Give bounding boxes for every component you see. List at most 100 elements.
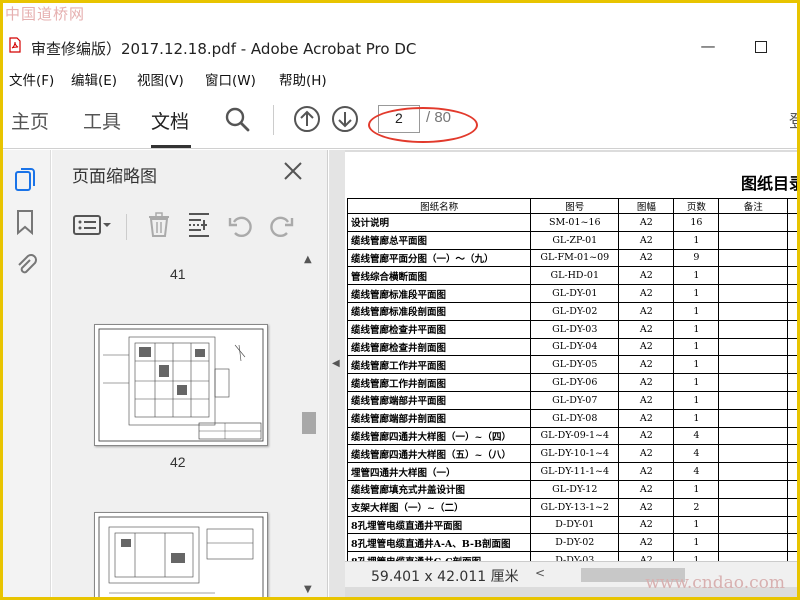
drawing-number-cell: D-DY-01 bbox=[530, 515, 620, 535]
undo-icon[interactable] bbox=[226, 210, 256, 240]
column-header bbox=[787, 198, 797, 214]
drawing-number-cell: GL-DY-12 bbox=[530, 479, 620, 499]
arrow-down-circle-icon[interactable] bbox=[331, 105, 359, 133]
sheet-size-cell: A2 bbox=[618, 355, 675, 375]
remarks-cell bbox=[718, 462, 789, 481]
maximize-icon bbox=[755, 40, 767, 53]
panel-splitter[interactable]: ◀ bbox=[329, 150, 345, 597]
drawing-number-cell: SM-01~16 bbox=[530, 213, 620, 232]
thumbnails-panel: 页面缩略图 41 42 ▲ ▼ bbox=[52, 150, 328, 597]
bookmark-icon[interactable] bbox=[13, 208, 37, 236]
menu-edit[interactable]: 编辑(E) bbox=[71, 69, 117, 89]
page-count-cell: 16 bbox=[673, 213, 720, 232]
table-row: 缆线管廊填充式井盖设计图 GL-DY-12 A2 1 bbox=[346, 479, 797, 499]
drawing-preview bbox=[98, 328, 264, 442]
remarks-cell bbox=[718, 230, 789, 250]
table-header-row: 图纸名称 图号 图幅 页数 备注 bbox=[346, 198, 797, 214]
drawing-name-cell: 缆线管廊填充式井盖设计图 bbox=[346, 479, 532, 499]
collapse-panel-arrow-icon[interactable]: ◀ bbox=[332, 358, 340, 369]
page-count-cell: 4 bbox=[673, 426, 720, 446]
tab-home[interactable]: 主页 bbox=[11, 107, 49, 134]
drawing-number-cell: GL-HD-01 bbox=[530, 266, 620, 286]
page-count-cell: 1 bbox=[673, 230, 720, 250]
active-tab-indicator bbox=[151, 145, 191, 148]
sheet-size-cell: A2 bbox=[618, 426, 675, 446]
remarks-cell bbox=[718, 515, 789, 535]
drawing-name-cell: 缆线管廊工作井平面图 bbox=[346, 355, 532, 375]
extract-pages-icon[interactable] bbox=[184, 210, 214, 240]
drawing-number-cell: GL-DY-08 bbox=[530, 408, 620, 428]
table-row: 管线综合横断面图 GL-HD-01 A2 1 bbox=[346, 266, 797, 286]
page-count-cell: 1 bbox=[673, 479, 720, 499]
sheet-size-cell: A2 bbox=[618, 301, 675, 321]
remarks-cell bbox=[718, 408, 789, 428]
page-thumbnails-icon[interactable] bbox=[13, 166, 37, 194]
table-row: 缆线管廊四通井大样图（一）~（四） GL-DY-09-1~4 A2 4 bbox=[346, 426, 797, 446]
table-row: 缆线管廊工作井平面图 GL-DY-05 A2 1 bbox=[346, 355, 797, 375]
extra-cell bbox=[787, 230, 797, 250]
drawing-number-cell: GL-ZP-01 bbox=[530, 230, 620, 250]
drawing-number-cell: GL-DY-06 bbox=[530, 373, 620, 392]
remarks-cell bbox=[718, 319, 789, 339]
drawing-name-cell: 缆线管廊四通井大样图（五）~（八） bbox=[346, 444, 532, 464]
title-bar: 审查修编版）2017.12.18.pdf - Adobe Acrobat Pro… bbox=[3, 31, 797, 63]
sheet-size-cell: A2 bbox=[618, 462, 675, 481]
page-thumbnail[interactable] bbox=[94, 512, 268, 597]
sheet-size-cell: A2 bbox=[618, 248, 675, 268]
table-row: 缆线管廊工作井剖面图 GL-DY-06 A2 1 bbox=[346, 373, 797, 392]
search-icon[interactable] bbox=[223, 105, 251, 133]
table-row: 缆线管廊平面分图（一）～（九） GL-FM-01~09 A2 9 bbox=[346, 248, 797, 268]
scroll-left-arrow-icon[interactable]: < bbox=[535, 566, 545, 580]
sheet-size-cell: A2 bbox=[618, 230, 675, 250]
scroll-down-arrow-icon[interactable]: ▼ bbox=[304, 584, 312, 595]
tab-document[interactable]: 文档 bbox=[151, 107, 189, 134]
redo-icon[interactable] bbox=[266, 210, 296, 240]
paperclip-icon[interactable] bbox=[13, 250, 37, 278]
drawing-number-cell: GL-DY-03 bbox=[530, 319, 620, 339]
sheet-size-cell: A2 bbox=[618, 533, 675, 553]
panel-toolbar bbox=[52, 204, 327, 248]
sign-in-link[interactable]: 登 bbox=[789, 107, 797, 132]
thumbnails-list: 41 42 bbox=[52, 250, 328, 597]
trash-icon[interactable] bbox=[144, 210, 174, 240]
table-row: 缆线管廊总平面图 GL-ZP-01 A2 1 bbox=[346, 230, 797, 250]
document-page: 图纸目录 图纸名称 图号 图幅 页数 备注 设计说明 SM-01~16 A2 16 缆线… bbox=[345, 152, 797, 570]
left-icon-rail bbox=[3, 150, 51, 597]
sheet-size-cell: A2 bbox=[618, 266, 675, 286]
sheet-size-cell: A2 bbox=[618, 213, 675, 232]
page-count-cell: 1 bbox=[673, 301, 720, 321]
page-thumbnail[interactable] bbox=[94, 324, 268, 446]
page-count-cell: 1 bbox=[673, 337, 720, 357]
tab-tools[interactable]: 工具 bbox=[83, 107, 121, 134]
extra-cell bbox=[787, 248, 797, 268]
menu-view[interactable]: 视图(V) bbox=[137, 69, 184, 89]
drawing-number-cell: GL-DY-10-1~4 bbox=[530, 444, 620, 464]
table-row: 缆线管廊端部井剖面图 GL-DY-08 A2 1 bbox=[346, 408, 797, 428]
extra-cell bbox=[787, 444, 797, 464]
extra-cell bbox=[787, 497, 797, 517]
menu-file[interactable]: 文件(F) bbox=[9, 69, 54, 89]
page-count-cell: 1 bbox=[673, 373, 720, 392]
column-header: 图纸名称 bbox=[346, 198, 532, 214]
column-header: 页数 bbox=[673, 198, 720, 214]
scrollbar-thumb[interactable] bbox=[302, 412, 316, 434]
minimize-button[interactable]: — bbox=[693, 31, 723, 63]
maximize-button[interactable] bbox=[746, 31, 776, 63]
options-menu-icon[interactable] bbox=[72, 210, 114, 240]
extra-cell bbox=[787, 319, 797, 339]
thumbnail-page-label: 41 bbox=[170, 266, 186, 282]
page-count-cell: 2 bbox=[673, 497, 720, 517]
menu-help[interactable]: 帮助(H) bbox=[279, 69, 327, 89]
menu-window[interactable]: 窗口(W) bbox=[205, 69, 256, 89]
extra-cell bbox=[787, 390, 797, 410]
drawing-name-cell: 设计说明 bbox=[346, 213, 532, 232]
drawing-number-cell: GL-FM-01~09 bbox=[530, 248, 620, 268]
close-icon[interactable] bbox=[280, 158, 306, 184]
drawing-name-cell: 缆线管廊端部井平面图 bbox=[346, 390, 532, 410]
arrow-up-circle-icon[interactable] bbox=[293, 105, 321, 133]
panel-scrollbar[interactable]: ▲ ▼ bbox=[302, 250, 316, 597]
drawing-number-cell: GL-DY-01 bbox=[530, 284, 620, 303]
scroll-up-arrow-icon[interactable]: ▲ bbox=[304, 254, 312, 265]
remarks-cell bbox=[718, 284, 789, 303]
document-view[interactable]: 图纸目录 图纸名称 图号 图幅 页数 备注 设计说明 SM-01~16 A2 16 缆线… bbox=[345, 150, 797, 597]
